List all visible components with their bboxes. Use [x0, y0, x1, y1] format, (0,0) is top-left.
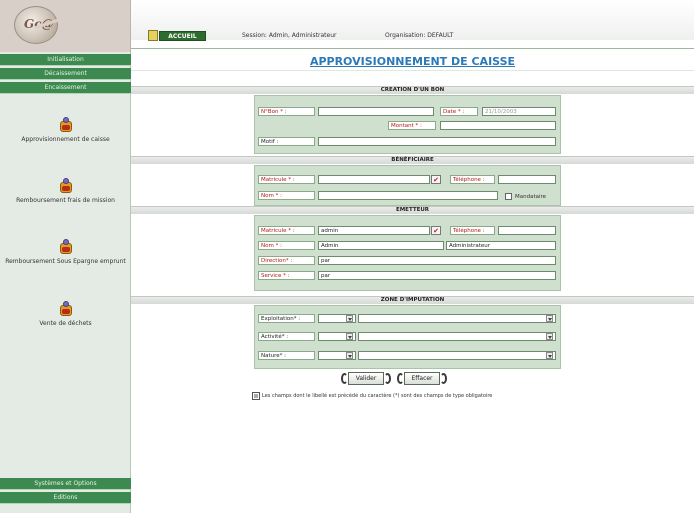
- emitter-lookup-icon[interactable]: ✔: [431, 226, 441, 235]
- validate-button[interactable]: Valider: [348, 372, 384, 385]
- emitter-matricule-label: Matricule * :: [258, 226, 315, 235]
- section-header-emetteur: EMETTEUR: [131, 206, 694, 214]
- date-label: Date * :: [440, 107, 478, 116]
- service-label: Service * :: [258, 271, 315, 280]
- emitter-matricule-input[interactable]: admin: [318, 226, 430, 235]
- top-banner-strip: [131, 40, 694, 52]
- validate-right-arc-icon: [384, 373, 391, 384]
- chevron-down-icon[interactable]: [346, 352, 353, 359]
- emitter-lastname-input[interactable]: Admin: [318, 241, 444, 250]
- clear-right-arc-icon: [440, 373, 447, 384]
- main-content: APPROVISIONNEMENT DE CAISSE CREATION D'U…: [131, 52, 694, 513]
- application-window: Gc@ ACCUEIL Session: Admin, Administrate…: [0, 0, 694, 513]
- emitter-firstname-input[interactable]: Administrateur: [446, 241, 556, 250]
- sidebar-section-encaissement[interactable]: Encaissement: [0, 82, 131, 94]
- imputation-panel: Exploitation* : Activité* : Nature* :: [254, 305, 561, 369]
- money-bag-icon: [59, 238, 73, 255]
- chevron-down-icon[interactable]: [546, 352, 553, 359]
- money-bag-icon: [59, 300, 73, 317]
- info-icon: [252, 392, 260, 400]
- beneficiary-matricule-input[interactable]: [318, 175, 430, 184]
- emitter-name-label: Nom * :: [258, 241, 315, 250]
- section-header-beneficiaire: BÉNÉFICIAIRE: [131, 156, 694, 164]
- money-bag-icon: [59, 177, 73, 194]
- emitter-panel: Matricule * : admin ✔ Téléphone : Nom * …: [254, 215, 561, 291]
- chevron-down-icon[interactable]: [546, 315, 553, 322]
- money-bag-icon: [59, 116, 73, 133]
- logo-area: Gc@: [0, 0, 131, 52]
- beneficiary-lookup-icon[interactable]: ✔: [431, 175, 441, 184]
- clear-button[interactable]: Effacer: [404, 372, 440, 385]
- exploitation-name-select[interactable]: [358, 314, 556, 323]
- amount-input[interactable]: [440, 121, 556, 130]
- session-info: Session: Admin, Administrateur: [242, 32, 337, 39]
- beneficiary-phone-input[interactable]: [498, 175, 556, 184]
- validate-left-arc-icon: [341, 373, 348, 384]
- clear-left-arc-icon: [397, 373, 404, 384]
- chevron-down-icon[interactable]: [546, 333, 553, 340]
- beneficiary-name-input[interactable]: [318, 191, 498, 200]
- section-header-imputation: ZONE D'IMPUTATION: [131, 296, 694, 304]
- date-input[interactable]: 21/10/2003: [482, 107, 556, 116]
- sidebar-section-systemes-options[interactable]: Systèmes et Options: [0, 478, 131, 490]
- organisation-info: Organisation: DEFAULT: [385, 32, 454, 39]
- sidebar-item-label: Vente de déchets: [39, 320, 92, 327]
- beneficiary-name-label: Nom * :: [258, 191, 315, 200]
- nature-name-select[interactable]: [358, 351, 556, 360]
- nature-label: Nature* :: [258, 351, 315, 360]
- mandatory-fields-note: Les champs dont le libellé est précédé d…: [262, 393, 493, 399]
- bon-number-input[interactable]: [318, 107, 434, 116]
- emitter-phone-label: Téléphone :: [450, 226, 495, 235]
- sidebar-section-initialisation[interactable]: Initialisation: [0, 54, 131, 66]
- beneficiary-panel: Matricule * : ✔ Téléphone : Nom * : Mand…: [254, 165, 561, 206]
- beneficiary-phone-label: Téléphone :: [450, 175, 495, 184]
- activity-name-select[interactable]: [358, 332, 556, 341]
- beneficiary-matricule-label: Matricule * :: [258, 175, 315, 184]
- bon-number-label: N°Bon * :: [258, 107, 315, 116]
- direction-input[interactable]: par: [318, 256, 556, 265]
- sidebar-item-label: Remboursement Sous Epargne emprunt: [5, 258, 126, 265]
- title-divider: [131, 70, 694, 71]
- sidebar-item-remboursement-epargne[interactable]: Remboursement Sous Epargne emprunt: [0, 238, 131, 266]
- creation-panel: N°Bon * : Date * : 21/10/2003 Montant * …: [254, 95, 561, 154]
- exploitation-label: Exploitation* :: [258, 314, 315, 323]
- section-header-creation: CREATION D'UN BON: [131, 86, 694, 94]
- amount-label: Montant * :: [388, 121, 436, 130]
- sidebar-item-label: Approvisionnement de caisse: [21, 136, 110, 143]
- mandataire-label: Mandataire: [515, 194, 547, 200]
- activity-label: Activité* :: [258, 332, 315, 341]
- sidebar-item-remboursement-frais[interactable]: Remboursement frais de mission: [0, 177, 131, 205]
- header-divider: [131, 48, 694, 49]
- sidebar: Initialisation Décaissement Encaissement…: [0, 52, 131, 513]
- sidebar-section-decaissement[interactable]: Décaissement: [0, 68, 131, 80]
- home-button[interactable]: ACCUEIL: [159, 31, 206, 41]
- direction-label: Direction* :: [258, 256, 315, 265]
- motive-input[interactable]: [318, 137, 556, 146]
- page-title: APPROVISIONNEMENT DE CAISSE: [309, 55, 516, 68]
- emitter-phone-input[interactable]: [498, 226, 556, 235]
- home-icon[interactable]: [148, 30, 158, 41]
- motive-label: Motif :: [258, 137, 315, 146]
- service-input[interactable]: par: [318, 271, 556, 280]
- mandataire-checkbox[interactable]: [505, 193, 512, 200]
- chevron-down-icon[interactable]: [346, 315, 353, 322]
- sidebar-item-label: Remboursement frais de mission: [16, 197, 115, 204]
- sidebar-section-editions[interactable]: Editions: [0, 492, 131, 504]
- chevron-down-icon[interactable]: [346, 333, 353, 340]
- sidebar-item-vente-dechets[interactable]: Vente de déchets: [0, 300, 131, 328]
- sidebar-item-approvisionnement[interactable]: Approvisionnement de caisse: [0, 116, 131, 144]
